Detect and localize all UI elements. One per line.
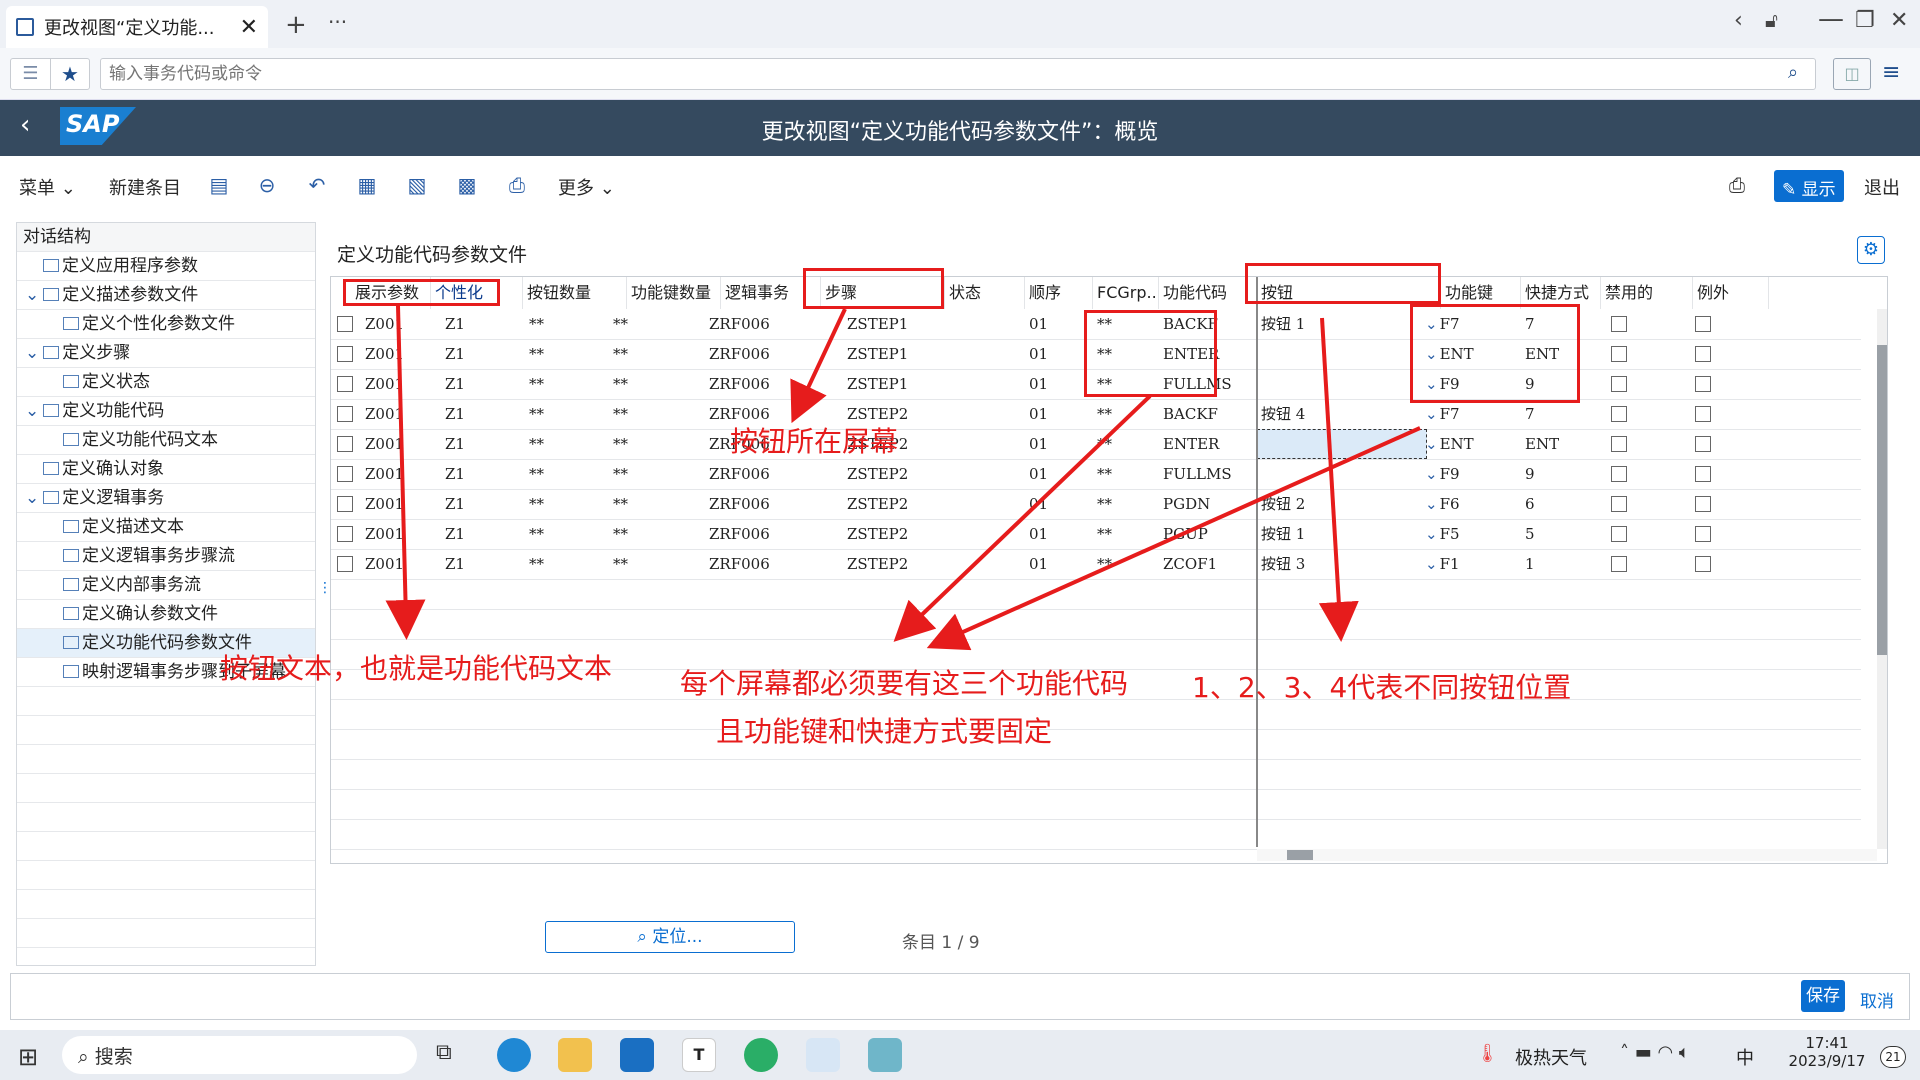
annotation-arrows — [385, 305, 1421, 651]
sap-gui-icon[interactable] — [868, 1038, 902, 1072]
arrow-button-text — [385, 305, 426, 640]
windows-start-icon[interactable]: ⊞ — [18, 1043, 38, 1071]
clock[interactable]: 17:41 2023/9/17 — [1782, 1034, 1872, 1070]
typora-icon[interactable]: T — [682, 1038, 716, 1072]
explorer-icon[interactable] — [558, 1038, 592, 1072]
tray-icons[interactable]: ˄ ▬ ◠ 🔈︎ — [1620, 1042, 1690, 1063]
arrow-screen — [790, 308, 847, 424]
annotation-must-have-2: 且功能键和快捷方式要固定 — [716, 715, 1053, 748]
ime-indicator[interactable]: 中 — [1736, 1044, 1754, 1070]
arrow-fcodes-1 — [893, 394, 1152, 642]
arrow-fcodes-2 — [926, 426, 1421, 651]
annotation-must-have-1: 每个屏幕都必须要有这三个功能代码 — [680, 667, 1129, 700]
clock-time: 17:41 — [1805, 1034, 1849, 1052]
annotation-positions: 1、2、3、4代表不同按钮位置 — [1192, 671, 1572, 704]
taskbar-search-label: 搜索 — [94, 1046, 133, 1068]
task-view-icon[interactable]: ⧉ — [436, 1040, 452, 1065]
clock-date: 2023/9/17 — [1788, 1052, 1866, 1070]
feishu-icon[interactable] — [806, 1038, 840, 1072]
annotation-screen: 按钮所在屏幕 — [730, 425, 899, 458]
edge-icon[interactable] — [497, 1038, 531, 1072]
weather-icon: 🌡︎ — [1476, 1043, 1499, 1064]
taskbar-search[interactable]: ⌕ 搜索 — [62, 1036, 417, 1074]
annotation-button-text: 按钮文本，也就是功能代码文本 — [220, 652, 613, 685]
wechat-icon[interactable] — [744, 1038, 778, 1072]
weather-label: 极热天气 — [1515, 1048, 1587, 1069]
notification-badge[interactable]: 21 — [1880, 1046, 1906, 1068]
mail-icon[interactable] — [620, 1038, 654, 1072]
